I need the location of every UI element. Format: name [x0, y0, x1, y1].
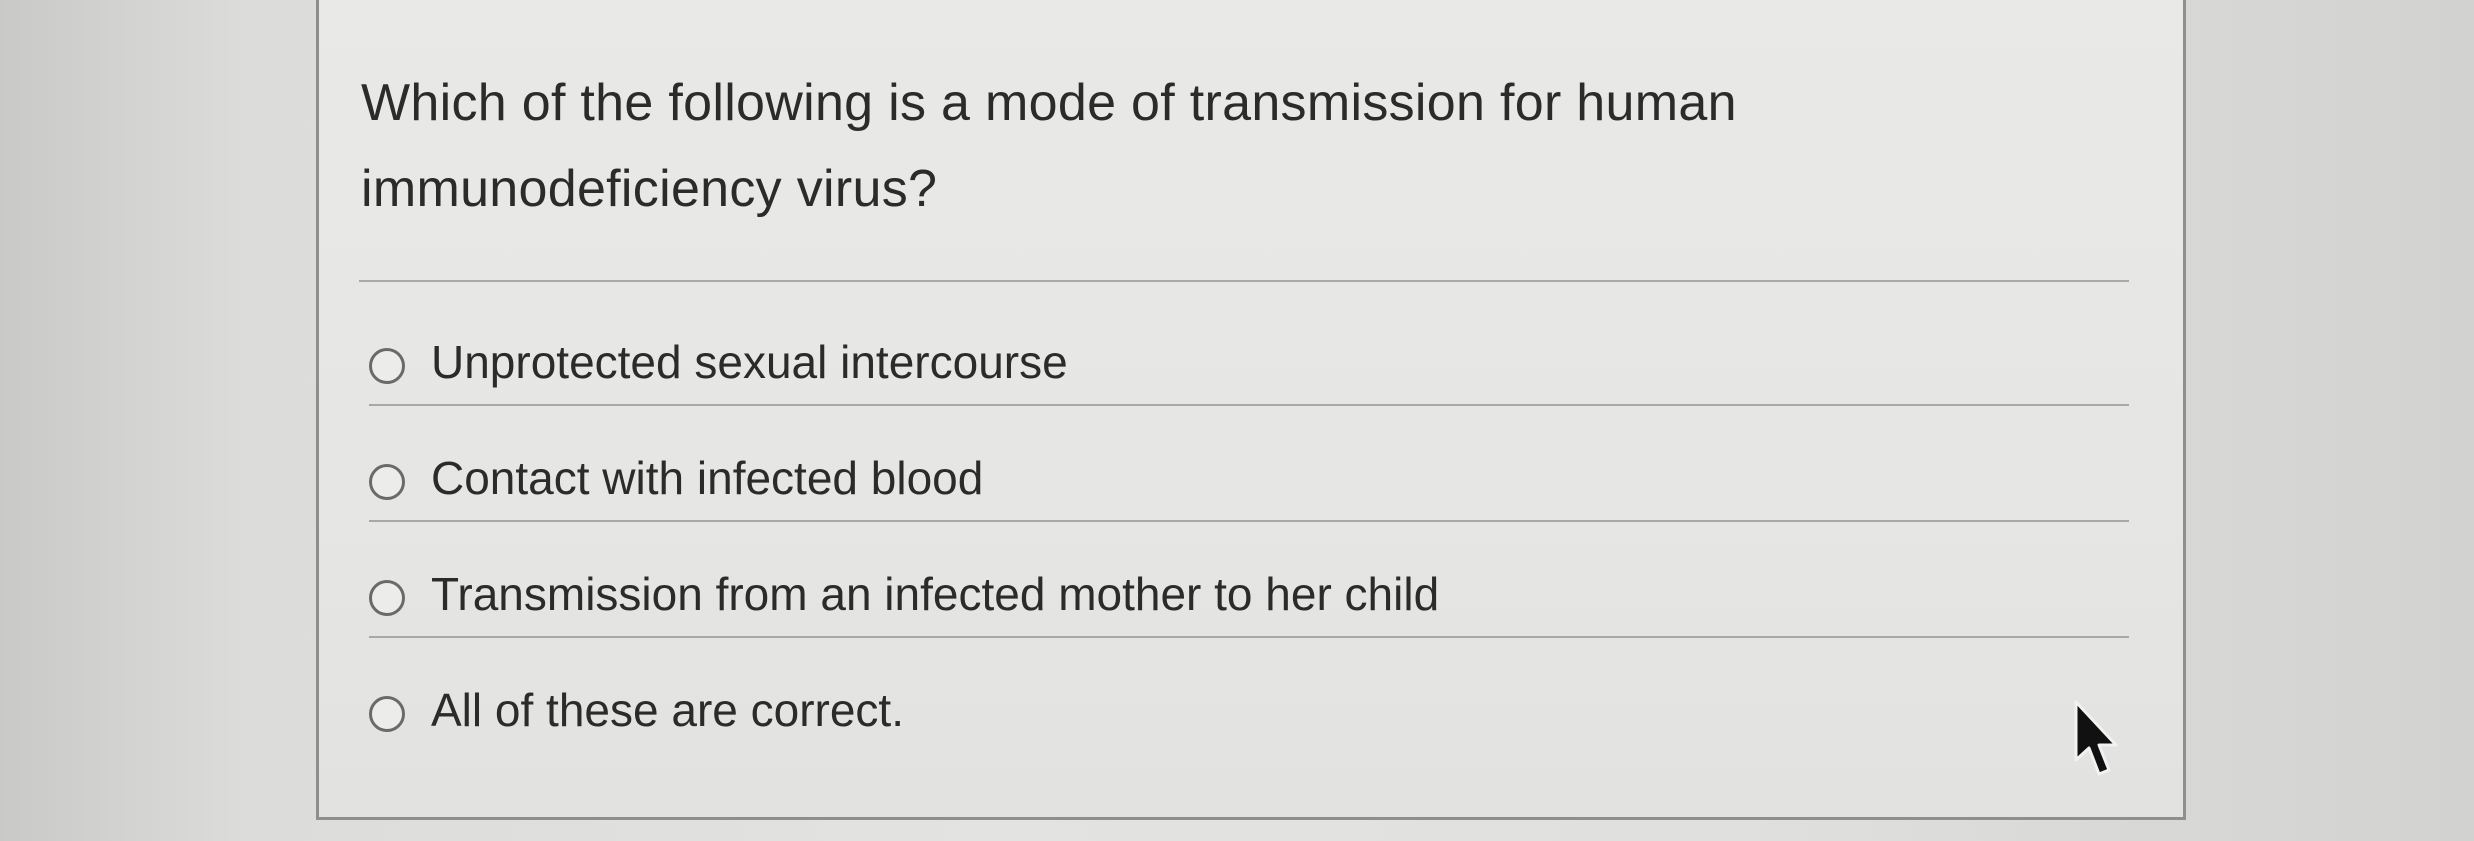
radio-button-icon[interactable] [369, 348, 405, 384]
radio-button-icon[interactable] [369, 464, 405, 500]
answer-option-2[interactable]: Contact with infected blood [369, 406, 2129, 522]
radio-button-icon[interactable] [369, 696, 405, 732]
answer-option-1[interactable]: Unprotected sexual intercourse [369, 290, 2129, 406]
answer-label[interactable]: Unprotected sexual intercourse [431, 332, 1068, 392]
question-text: Which of the following is a mode of tran… [361, 60, 2061, 232]
answer-label[interactable]: Transmission from an infected mother to … [431, 564, 1439, 624]
mouse-pointer-icon [2074, 700, 2118, 776]
answer-option-3[interactable]: Transmission from an infected mother to … [369, 522, 2129, 638]
radio-button-icon[interactable] [369, 580, 405, 616]
question-line-2: immunodeficiency virus? [361, 160, 938, 218]
screen-background: Which of the following is a mode of tran… [0, 0, 2474, 841]
question-line-1: Which of the following is a mode of tran… [361, 74, 1737, 132]
answer-option-4[interactable]: All of these are correct. [369, 638, 2129, 754]
answer-label[interactable]: All of these are correct. [431, 680, 904, 740]
answer-list: Unprotected sexual intercourse Contact w… [369, 290, 2129, 754]
question-card: Which of the following is a mode of tran… [316, 0, 2186, 820]
answer-label[interactable]: Contact with infected blood [431, 448, 983, 508]
question-divider [359, 280, 2129, 282]
